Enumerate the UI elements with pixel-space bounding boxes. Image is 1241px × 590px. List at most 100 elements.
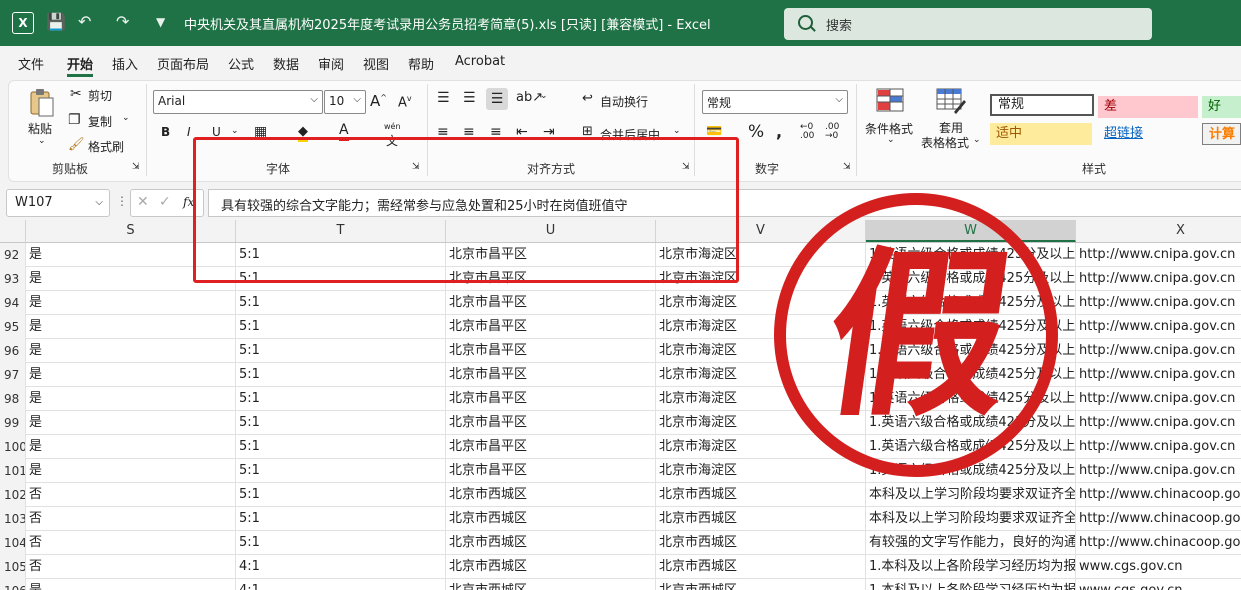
align-middle-icon[interactable]: ☰	[463, 90, 476, 106]
cell-v[interactable]: 北京市西城区	[656, 555, 866, 579]
phonetic-button[interactable]: wén	[384, 122, 401, 131]
cell-s[interactable]: 是	[26, 579, 236, 590]
cell-x[interactable]: http://www.cnipa.gov.cn	[1076, 315, 1241, 339]
save-icon[interactable]: 💾	[46, 12, 66, 31]
row-number[interactable]: 97	[0, 363, 26, 387]
cell-u[interactable]: 北京市西城区	[446, 579, 656, 590]
cell-w[interactable]: 1.本科及以上各阶段学习经历均为报	[866, 555, 1076, 579]
align-bottom-icon[interactable]: ☰	[486, 88, 508, 110]
style-good[interactable]: 好	[1202, 96, 1241, 118]
paste-button[interactable]: 粘贴	[28, 120, 52, 137]
orientation-dropdown-icon[interactable]: ⌄	[540, 91, 548, 101]
underline-dropdown-icon[interactable]: ⌄	[231, 126, 239, 136]
copy-icon[interactable]: ❐	[68, 112, 81, 128]
cell-t[interactable]: 4:1	[236, 579, 446, 590]
cell-s[interactable]: 是	[26, 411, 236, 435]
cell-t[interactable]: 5:1	[236, 363, 446, 387]
wrap-text-button[interactable]: 自动换行	[600, 93, 648, 110]
cell-x[interactable]: http://www.cnipa.gov.cn	[1076, 411, 1241, 435]
conditional-dropdown-icon[interactable]: ⌄	[887, 135, 895, 145]
row-number[interactable]: 103	[0, 507, 26, 531]
cell-u[interactable]: 北京市昌平区	[446, 387, 656, 411]
cell-s[interactable]: 是	[26, 339, 236, 363]
cell-u[interactable]: 北京市西城区	[446, 531, 656, 555]
tab-help[interactable]: 帮助	[408, 54, 434, 73]
cell-w[interactable]: 本科及以上学习阶段均要求双证齐全	[866, 507, 1076, 531]
tab-acrobat[interactable]: Acrobat	[455, 54, 505, 69]
tab-data[interactable]: 数据	[273, 54, 299, 73]
cell-t[interactable]: 4:1	[236, 555, 446, 579]
enter-icon[interactable]: ✓	[159, 194, 171, 210]
cell-x[interactable]: http://www.cnipa.gov.cn	[1076, 339, 1241, 363]
style-calculation[interactable]: 计算	[1202, 123, 1241, 145]
decrease-decimal-icon[interactable]: .00 →0	[825, 123, 839, 141]
cell-x[interactable]: http://www.cnipa.gov.cn	[1076, 459, 1241, 483]
row-number[interactable]: 96	[0, 339, 26, 363]
number-launcher-icon[interactable]: ⇲	[843, 162, 851, 172]
format-painter-button[interactable]: 格式刷	[88, 138, 124, 155]
cell-s[interactable]: 是	[26, 435, 236, 459]
cell-t[interactable]: 5:1	[236, 483, 446, 507]
row-number[interactable]: 105	[0, 555, 26, 579]
cell-w[interactable]: 本科及以上学习阶段均要求双证齐全	[866, 483, 1076, 507]
decrease-font-icon[interactable]: Av	[398, 94, 412, 110]
italic-button[interactable]: I	[187, 125, 191, 139]
row-number[interactable]: 100	[0, 435, 26, 459]
undo-icon[interactable]: ↶	[78, 12, 91, 31]
tab-file[interactable]: 文件	[18, 54, 44, 73]
cell-u[interactable]: 北京市昌平区	[446, 435, 656, 459]
cell-u[interactable]: 北京市西城区	[446, 555, 656, 579]
select-all-corner[interactable]	[0, 220, 26, 242]
name-box[interactable]: W107 ⌵	[6, 189, 110, 217]
cell-s[interactable]: 否	[26, 555, 236, 579]
clipboard-launcher-icon[interactable]: ⇲	[132, 162, 140, 172]
tab-formulas[interactable]: 公式	[228, 54, 254, 73]
cell-v[interactable]: 北京市西城区	[656, 483, 866, 507]
cell-v[interactable]: 北京市西城区	[656, 507, 866, 531]
cell-s[interactable]: 是	[26, 459, 236, 483]
search-box[interactable]: 搜索	[784, 8, 1152, 40]
conditional-formatting-icon[interactable]	[876, 88, 904, 112]
cell-t[interactable]: 5:1	[236, 507, 446, 531]
cell-x[interactable]: http://www.chinacoop.gov.cn	[1076, 483, 1241, 507]
cell-t[interactable]: 5:1	[236, 435, 446, 459]
cell-s[interactable]: 否	[26, 507, 236, 531]
align-top-icon[interactable]: ☰	[437, 90, 450, 106]
cut-button[interactable]: 剪切	[88, 87, 112, 104]
cell-s[interactable]: 否	[26, 531, 236, 555]
row-number[interactable]: 102	[0, 483, 26, 507]
column-header-x[interactable]: X	[1076, 220, 1241, 242]
cell-t[interactable]: 5:1	[236, 411, 446, 435]
style-hyperlink[interactable]: 超链接	[1098, 123, 1198, 145]
copy-button[interactable]: 复制	[88, 113, 112, 130]
copy-dropdown-icon[interactable]: ⌄	[122, 113, 130, 123]
comma-style-icon[interactable]: ,	[776, 122, 782, 141]
cell-u[interactable]: 北京市西城区	[446, 507, 656, 531]
row-number[interactable]: 95	[0, 315, 26, 339]
format-painter-icon[interactable]: 🖌	[68, 137, 85, 152]
cell-t[interactable]: 5:1	[236, 339, 446, 363]
cut-icon[interactable]: ✂	[70, 86, 82, 102]
style-neutral[interactable]: 适中	[990, 123, 1092, 145]
cell-x[interactable]: http://www.cnipa.gov.cn	[1076, 435, 1241, 459]
increase-font-icon[interactable]: A^	[370, 92, 387, 110]
paste-icon[interactable]	[28, 88, 56, 118]
row-number[interactable]: 106	[0, 579, 26, 590]
cell-u[interactable]: 北京市昌平区	[446, 459, 656, 483]
style-bad[interactable]: 差	[1098, 96, 1198, 118]
row-number[interactable]: 98	[0, 387, 26, 411]
cell-t[interactable]: 5:1	[236, 387, 446, 411]
row-number[interactable]: 101	[0, 459, 26, 483]
bold-button[interactable]: B	[161, 125, 170, 139]
cancel-icon[interactable]: ✕	[137, 194, 149, 210]
cell-u[interactable]: 北京市昌平区	[446, 339, 656, 363]
cell-s[interactable]: 是	[26, 315, 236, 339]
cell-u[interactable]: 北京市昌平区	[446, 291, 656, 315]
cell-u[interactable]: 北京市昌平区	[446, 411, 656, 435]
merge-dropdown-icon[interactable]: ⌄	[673, 126, 681, 136]
cell-x[interactable]: www.cgs.gov.cn	[1076, 579, 1241, 590]
cell-s[interactable]: 是	[26, 387, 236, 411]
cell-w[interactable]: 有较强的文字写作能力，良好的沟通	[866, 531, 1076, 555]
redo-icon[interactable]: ↷	[116, 12, 129, 31]
percent-icon[interactable]: %	[748, 122, 764, 142]
